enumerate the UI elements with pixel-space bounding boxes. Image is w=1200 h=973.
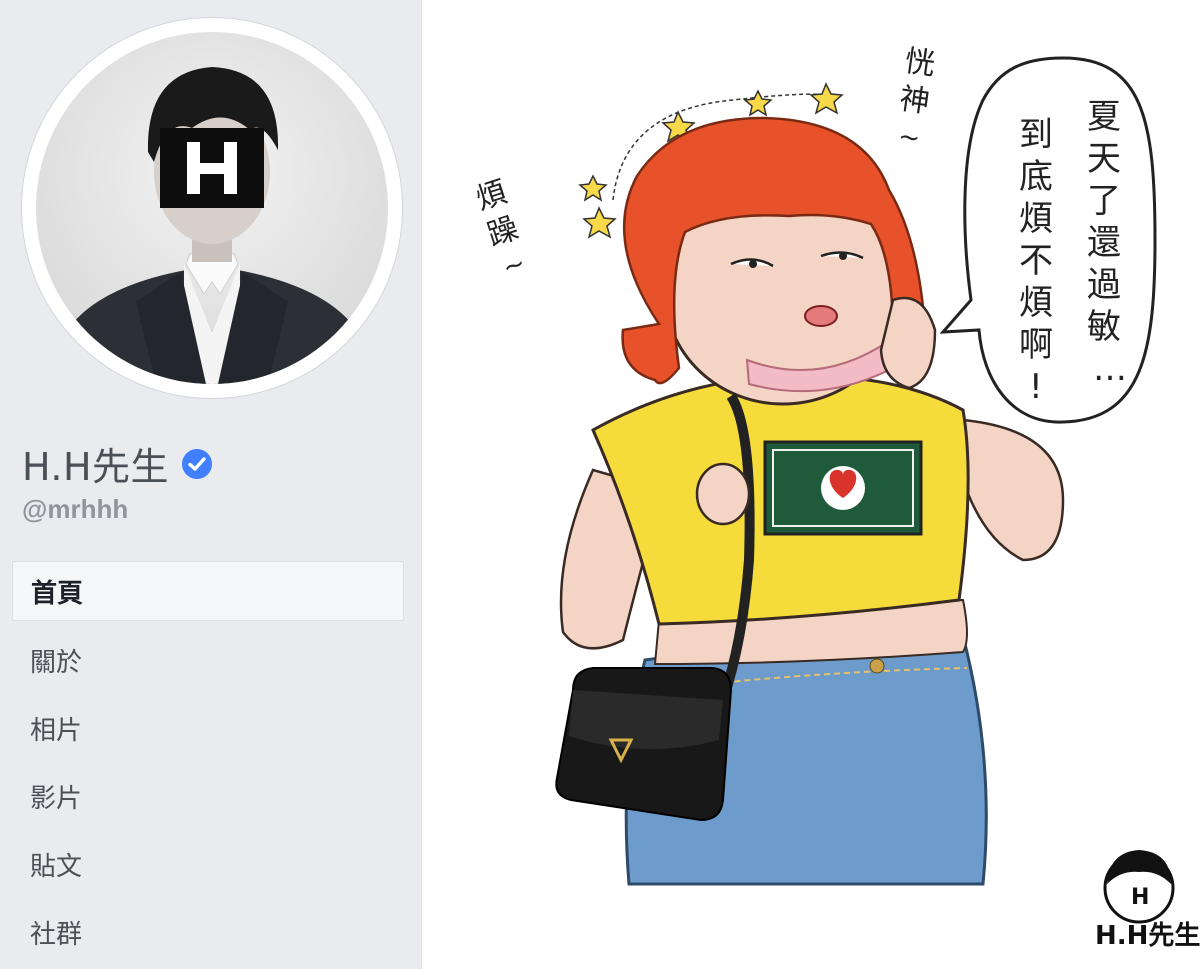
speech-char: 不 [1019, 241, 1053, 281]
nav-item-label: 首頁 [31, 578, 84, 609]
speech-char: 底 [1019, 157, 1053, 197]
speech-char: 啊 [1019, 325, 1053, 365]
label-char: 神 [897, 81, 932, 120]
speech-char: 過 [1087, 265, 1121, 305]
speech-text-column-2: 到 底 煩 不 煩 啊 ! [1019, 115, 1053, 407]
speech-char: ! [1029, 367, 1043, 407]
label-char: ~ [499, 248, 529, 283]
label-char: 躁 [484, 211, 523, 254]
nav-item-label: 關於 [30, 647, 83, 678]
speech-char: 煩 [1019, 283, 1053, 323]
page-title[interactable]: H.H先生 [22, 436, 169, 491]
cartoon-illustration: 夏 天 了 還 過 敏 … 到 底 煩 不 煩 啊 ! 恍 神 ~ 煩 躁 ~ [472, 44, 1200, 951]
nav-item-label: 相片 [30, 715, 83, 746]
nav-item-community[interactable]: 社群 [12, 902, 404, 962]
label-irritable: 煩 躁 ~ [472, 175, 529, 284]
speech-char: … [1093, 349, 1127, 389]
page-sidebar: H.H先生 @mrhhh 首頁 關於 相片 影片 貼文 社群 [0, 0, 422, 969]
speech-char: 還 [1087, 223, 1121, 263]
nav-item-videos[interactable]: 影片 [12, 766, 404, 826]
nav-item-label: 社群 [30, 919, 83, 950]
speech-char: 天 [1087, 139, 1121, 179]
avatar [36, 32, 388, 384]
speech-char: 煩 [1019, 199, 1053, 239]
speech-char: 到 [1019, 115, 1053, 155]
label-dazed: 恍 神 ~ [896, 44, 938, 155]
verified-badge-icon[interactable] [181, 448, 213, 480]
page-name-row: H.H先生 [22, 436, 213, 491]
nav-item-about[interactable]: 關於 [12, 630, 404, 690]
logo-mark: H [1131, 885, 1149, 910]
avatar-portrait [66, 67, 358, 384]
page-username[interactable]: @mrhhh [22, 494, 128, 525]
nav-item-label: 影片 [30, 783, 83, 814]
profile-picture-frame[interactable] [22, 18, 402, 398]
post-illustration[interactable]: 夏 天 了 還 過 敏 … 到 底 煩 不 煩 啊 ! 恍 神 ~ 煩 躁 ~ [423, 0, 1200, 969]
label-char: 恍 [903, 44, 938, 83]
speech-char: 了 [1087, 181, 1121, 221]
nav-item-posts[interactable]: 貼文 [12, 834, 404, 894]
label-char: ~ [896, 122, 922, 155]
speech-char: 夏 [1087, 97, 1121, 137]
label-char: 煩 [472, 175, 511, 218]
nav-item-home[interactable]: 首頁 [12, 561, 404, 621]
speech-char: 敏 [1087, 307, 1121, 347]
watermark-text: H.H先生 [1095, 921, 1200, 951]
nav-item-label: 貼文 [30, 851, 83, 882]
nav-item-photos[interactable]: 相片 [12, 698, 404, 758]
right-arm [961, 418, 1065, 562]
watermark-logo: H H.H先生 [1095, 850, 1200, 951]
